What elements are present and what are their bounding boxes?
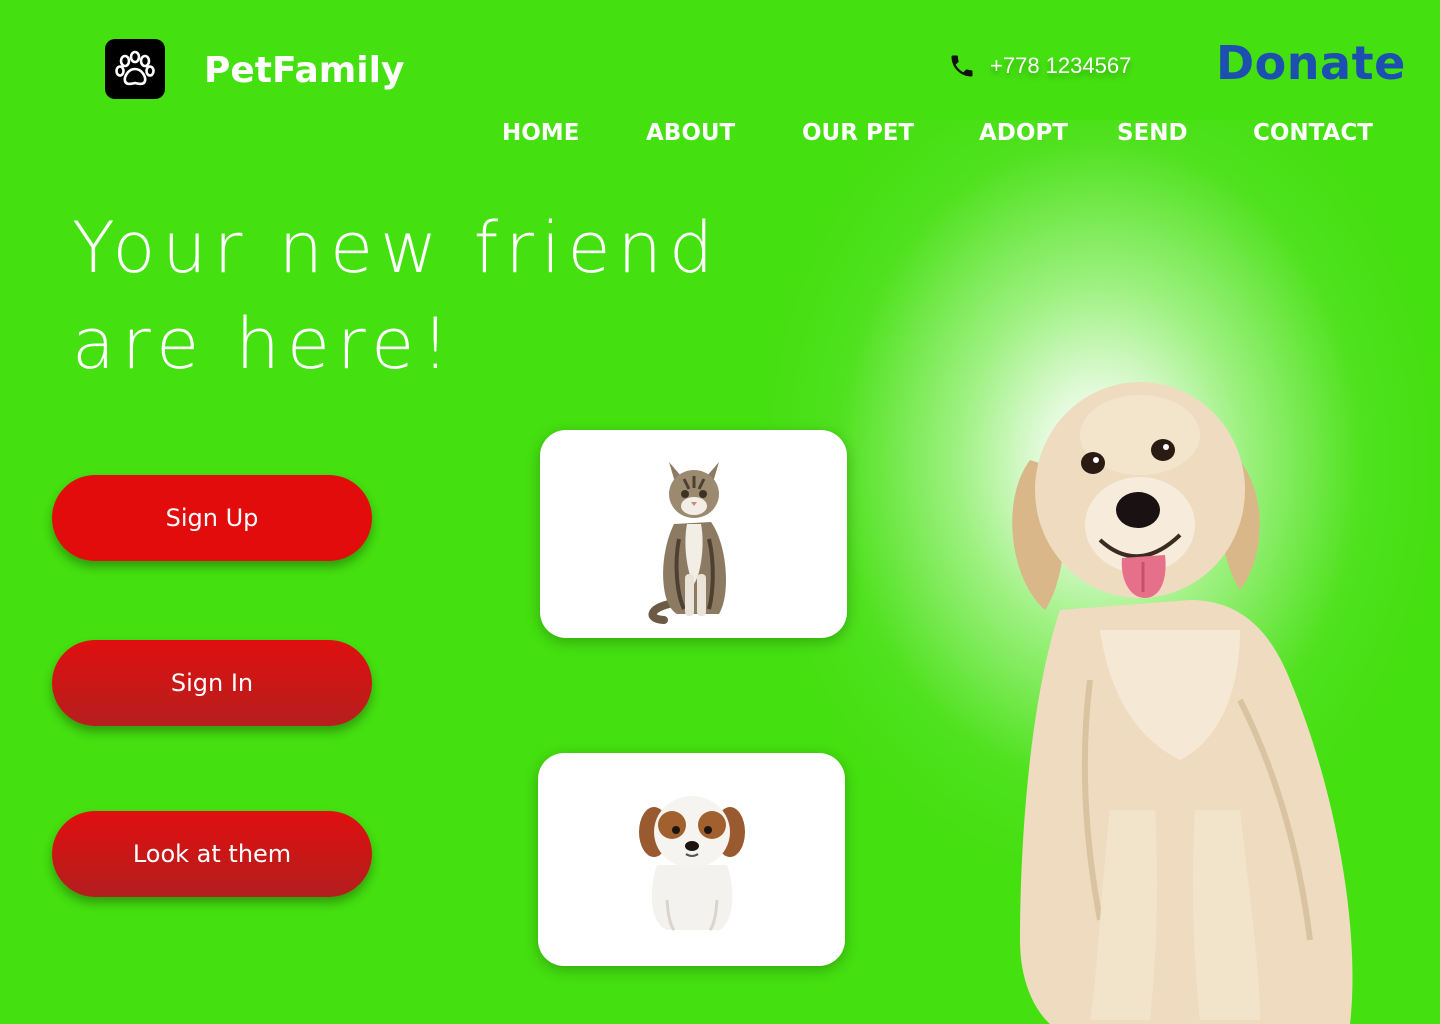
hero-heading: Your new friend are here!: [72, 200, 772, 392]
pet-card-puppy[interactable]: [538, 753, 845, 966]
look-at-them-button[interactable]: Look at them: [52, 811, 372, 897]
golden-retriever-image: [1012, 382, 1353, 1024]
brand-name[interactable]: PetFamily: [204, 50, 404, 91]
hero-line-2: are here!: [72, 303, 457, 385]
puppy-image: [638, 795, 745, 931]
nav-adopt[interactable]: ADOPT: [979, 120, 1068, 146]
nav-our-pet[interactable]: OUR PET: [802, 120, 914, 146]
nav-contact[interactable]: CONTACT: [1253, 120, 1373, 146]
phone-contact[interactable]: +778 1234567: [948, 52, 1131, 80]
nav-send[interactable]: SEND: [1117, 120, 1188, 146]
logo[interactable]: [105, 39, 165, 99]
nav-home[interactable]: HOME: [502, 120, 579, 146]
hero-line-1: Your new friend: [72, 207, 721, 289]
phone-icon: [951, 55, 973, 77]
nav-about[interactable]: ABOUT: [646, 120, 735, 146]
sign-in-button[interactable]: Sign In: [52, 640, 372, 726]
sign-up-button[interactable]: Sign Up: [52, 475, 372, 561]
cat-image: [648, 462, 726, 624]
pet-card-cat[interactable]: [540, 430, 847, 638]
paw-icon: [115, 50, 155, 86]
donate-link[interactable]: Donate: [1216, 36, 1406, 90]
phone-number: +778 1234567: [990, 53, 1132, 78]
